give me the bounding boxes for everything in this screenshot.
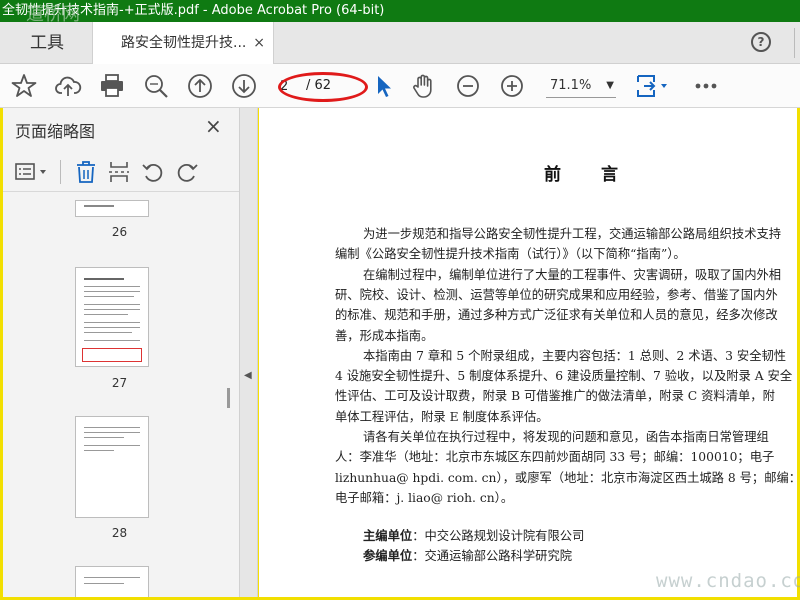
page-label-28: 28 — [111, 526, 128, 540]
chevron-down-icon: ▼ — [606, 80, 614, 91]
page-thumbnail-27[interactable] — [75, 267, 149, 367]
document-line: 人：李准华（地址：北京市东城区东四前炒面胡同 33 号；邮编：100010；电子 — [335, 450, 775, 465]
zoom-out-icon[interactable] — [454, 72, 482, 100]
document-line: 本指南由 7 章和 5 个附录组成，主要内容包括：1 总则、2 术语、3 安全韧… — [363, 348, 787, 363]
zoom-in-icon[interactable] — [498, 72, 526, 100]
toolbar-divider — [60, 160, 61, 184]
page-label-27: 27 — [111, 376, 128, 390]
credit-label: 参编单位 — [363, 548, 413, 563]
hand-tool-icon[interactable] — [410, 72, 438, 100]
page-thumbnail-26[interactable] — [75, 200, 149, 217]
document-line: 为进一步规范和指导公路安全韧性提升工程，交通运输部公路局组织技术支持 — [363, 227, 782, 241]
document-line: 4 设施安全韧性提升、5 制度体系提升、6 建设质量控制、7 验收，以及附录 A… — [335, 369, 793, 384]
page-thumbnail-28[interactable] — [75, 416, 149, 518]
document-line: 研、院校、设计、检测、运营等单位的研究成果和应用经验，参考、借鉴了国内外 — [335, 287, 778, 302]
credit-label: 主编单位 — [363, 528, 413, 543]
zoom-search-icon[interactable] — [142, 72, 170, 100]
collapse-arrow-icon[interactable]: ◀ — [244, 370, 252, 381]
document-heading: 前言 — [544, 165, 658, 185]
title-bar: 全韧性提升技术指南-+正式版.pdf - Adobe Acrobat Pro (… — [0, 0, 800, 22]
next-page-icon[interactable] — [230, 72, 258, 100]
document-line: 编制《公路安全韧性提升技术指南（试行）》（以下简称“指南”）。 — [335, 247, 686, 262]
cloud-upload-icon[interactable] — [54, 72, 82, 100]
document-view[interactable]: 前言 为进一步规范和指导公路安全韧性提升工程，交通运输部公路局组织技术支持编制《… — [259, 108, 797, 597]
extract-pages-icon[interactable] — [107, 160, 131, 184]
close-panel-icon[interactable]: × — [205, 114, 222, 138]
panel-splitter[interactable]: ◀ — [240, 108, 258, 597]
print-icon[interactable] — [98, 72, 126, 100]
credit-value: ：中交公路规划设计院有限公司 — [412, 529, 585, 543]
zoom-level-value: 71.1% — [550, 78, 592, 93]
document-line: lizhunhua@ hpdi. com. cn），或廖军（地址：北京市海淀区西… — [335, 470, 797, 485]
options-menu-icon[interactable] — [15, 162, 51, 182]
document-line: 电子邮箱：j. liao@ rioh. cn）。 — [335, 490, 514, 505]
thumbnails-panel: 页面缩略图 × 26 27 28 — [3, 108, 240, 597]
tab-document-label: 路安全韧性提升技... — [121, 35, 247, 51]
credit-line: 主编单位：中交公路规划设计院有限公司 — [363, 526, 584, 544]
star-icon[interactable] — [10, 72, 38, 100]
tab-tools[interactable]: 工具 — [0, 22, 92, 64]
rotate-left-icon[interactable] — [141, 160, 165, 184]
document-line: 单体工程评估，附录 E 制度体系评估。 — [335, 409, 549, 424]
select-cursor-icon[interactable] — [370, 72, 398, 100]
delete-page-icon[interactable] — [75, 160, 97, 184]
page-display-icon[interactable] — [634, 72, 674, 100]
panel-title: 页面缩略图 — [15, 122, 96, 141]
zoom-level-select[interactable]: 71.1% ▼ — [546, 76, 616, 98]
tab-divider — [794, 28, 795, 58]
credit-value: ：交通运输部公路科学研究院 — [412, 549, 573, 563]
panel-scrollbar[interactable] — [227, 388, 230, 408]
toolbar: / 62 71.1% ▼ — [0, 64, 800, 108]
help-icon[interactable]: ? — [751, 32, 771, 52]
tab-bar: 工具 路安全韧性提升技... × ? — [0, 22, 800, 65]
watermark-top: 道桥网 — [26, 4, 80, 22]
document-line: 请各有关单位在执行过程中，将发现的问题和意见，函告本指南日常管理组 — [363, 430, 769, 444]
rotate-right-icon[interactable] — [175, 160, 199, 184]
close-tab-icon[interactable]: × — [253, 22, 265, 64]
watermark-bottom: www.cndao.com — [656, 570, 800, 592]
credit-line: 参编单位：交通运输部公路科学研究院 — [363, 546, 572, 564]
red-annotation-ellipse — [278, 72, 368, 102]
document-line: 的标准、规范和手册，通过多种方式广泛征求有关单位和人员的意见，经多次修改 — [335, 308, 778, 323]
document-line: 善，形成本指南。 — [335, 328, 434, 343]
document-line: 性评估、工可及设计取费，附录 B 可借鉴推广的做法清单，附录 C 资料清单，附 — [335, 389, 775, 404]
page-thumbnail-29[interactable] — [75, 566, 149, 597]
more-tools-icon[interactable] — [692, 72, 720, 100]
thumbnail-toolbar — [3, 152, 239, 192]
document-line: 在编制过程中，编制单位进行了大量的工程事件、灾害调研，吸取了国内外相 — [363, 267, 782, 282]
previous-page-icon[interactable] — [186, 72, 214, 100]
tab-document[interactable]: 路安全韧性提升技... × — [92, 22, 274, 65]
page-label-26: 26 — [111, 225, 128, 239]
